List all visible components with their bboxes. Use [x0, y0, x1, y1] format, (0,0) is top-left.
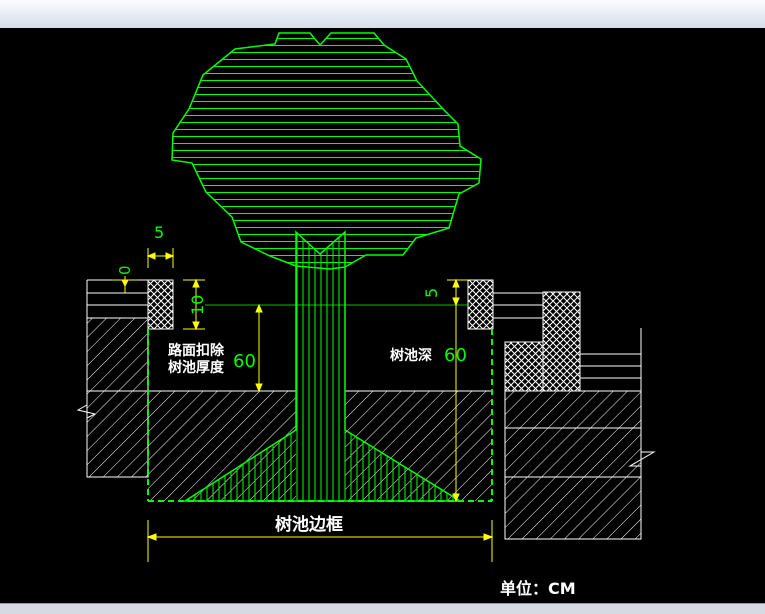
window-statusbar	[0, 603, 765, 614]
tree-canopy	[171, 32, 482, 270]
left-frame-curb	[147, 279, 174, 330]
label-pit-depth: 树池深	[390, 347, 432, 364]
dim-pit-depth: 60	[444, 345, 467, 366]
window-titlebar	[0, 0, 765, 29]
cad-drawing-canvas[interactable]: 5 0 10 5 60 60 路面扣除 树池厚度 树池深 树池边框 单位：CM	[0, 28, 765, 603]
label-pavement-deduct-line2: 树池厚度	[168, 359, 225, 376]
right-frame-curb	[467, 279, 494, 330]
dim-frame-height-left: 10	[188, 295, 207, 315]
unit-label: 单位：CM	[500, 579, 576, 598]
label-pavement-deduct-line1: 路面扣除	[168, 342, 225, 359]
right-pavement-structure	[467, 279, 656, 540]
label-pit-frame: 树池边框	[275, 514, 343, 535]
dim-frame-width-left: 5	[154, 223, 164, 242]
dim-deduct-depth: 60	[233, 351, 256, 372]
dim-frame-offset-left: 0	[116, 265, 134, 275]
dim-frame-height-right: 5	[422, 288, 441, 298]
